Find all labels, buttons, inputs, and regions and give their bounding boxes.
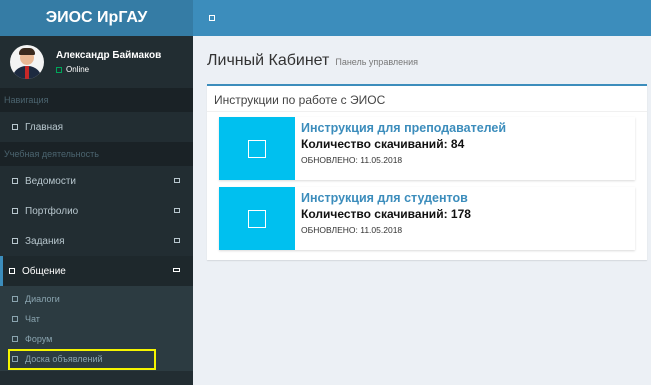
submenu-item-label: Чат — [25, 314, 40, 324]
instruction-title-link[interactable]: Инструкция для преподавателей — [301, 121, 506, 135]
instruction-title-link[interactable]: Инструкция для студентов — [301, 191, 471, 205]
sidebar-toggle-icon[interactable] — [209, 15, 215, 21]
sidebar-item-communication[interactable]: Общение — [0, 256, 193, 286]
content-header: Личный Кабинет Панель управления — [207, 52, 418, 70]
square-icon — [12, 208, 18, 214]
updated-date: ОБНОВЛЕНО: 11.05.2018 — [301, 155, 403, 165]
instruction-text: Инструкция для студентов Количество скач… — [295, 187, 471, 250]
submenu-item-label: Форум — [25, 334, 53, 344]
sidebar-item-label: Портфолио — [25, 205, 79, 217]
submenu-item-label: Диалоги — [25, 294, 60, 304]
square-icon — [12, 178, 18, 184]
download-count: Количество скачиваний: 178 — [301, 207, 471, 221]
sidebar: ЭИОС ИрГАУ Александр Баймаков Online Нав… — [0, 0, 193, 385]
updated-date: ОБНОВЛЕНО: 11.05.2018 — [301, 225, 403, 235]
page-subtitle: Панель управления — [335, 57, 419, 67]
square-icon — [248, 209, 266, 228]
instruction-card-teachers[interactable]: Инструкция для преподавателей Количество… — [219, 117, 635, 180]
avatar — [10, 45, 44, 79]
instruction-icon-box — [219, 117, 295, 180]
sidebar-item-portfolio[interactable]: Портфолио — [0, 196, 193, 226]
square-icon — [12, 296, 18, 302]
expand-icon — [174, 238, 180, 243]
expand-icon — [174, 178, 180, 183]
box-title: Инструкции по работе с ЭИОС — [214, 93, 386, 107]
instructions-box: Инструкции по работе с ЭИОС Инструкция д… — [207, 84, 647, 260]
submenu-communication: Диалоги Чат Форум Доска объявлений — [0, 286, 193, 371]
square-icon — [12, 124, 18, 130]
page-title: Личный Кабинет — [207, 52, 330, 69]
sidebar-item-home[interactable]: Главная — [0, 112, 193, 142]
square-icon — [12, 336, 18, 342]
submenu-item-bulletin-board[interactable]: Доска объявлений — [0, 349, 193, 370]
user-status-text: Online — [66, 65, 90, 74]
divider — [207, 111, 647, 112]
topbar — [193, 0, 651, 36]
instruction-text: Инструкция для преподавателей Количество… — [295, 117, 506, 180]
highlight-box — [8, 349, 156, 370]
instruction-icon-box — [219, 187, 295, 250]
user-info: Александр Баймаков Online — [56, 50, 161, 74]
sidebar-item-label: Задания — [25, 235, 65, 247]
submenu-item-dialogs[interactable]: Диалоги — [0, 289, 193, 309]
square-icon — [12, 238, 18, 244]
status-icon — [56, 66, 62, 73]
collapse-icon — [173, 268, 180, 272]
download-count: Количество скачиваний: 84 — [301, 137, 465, 151]
user-name: Александр Баймаков — [56, 50, 162, 61]
sidebar-item-label: Общение — [22, 265, 66, 277]
submenu-item-chat[interactable]: Чат — [0, 309, 193, 329]
user-panel: Александр Баймаков Online — [0, 36, 193, 88]
logo[interactable]: ЭИОС ИрГАУ — [0, 0, 193, 36]
sidebar-item-label: Главная — [25, 121, 64, 133]
menu-header-navigation: Навигация — [0, 88, 193, 112]
submenu-item-forum[interactable]: Форум — [0, 329, 193, 349]
user-status: Online — [56, 65, 161, 74]
square-icon — [248, 139, 266, 158]
square-icon — [12, 316, 18, 322]
sidebar-item-vedomosti[interactable]: Ведомости — [0, 166, 193, 196]
sidebar-item-tasks[interactable]: Задания — [0, 226, 193, 256]
instruction-card-students[interactable]: Инструкция для студентов Количество скач… — [219, 187, 635, 250]
square-icon — [9, 268, 15, 274]
menu-header-study: Учебная деятельность — [0, 142, 193, 166]
expand-icon — [174, 208, 180, 213]
sidebar-item-label: Ведомости — [25, 175, 77, 187]
